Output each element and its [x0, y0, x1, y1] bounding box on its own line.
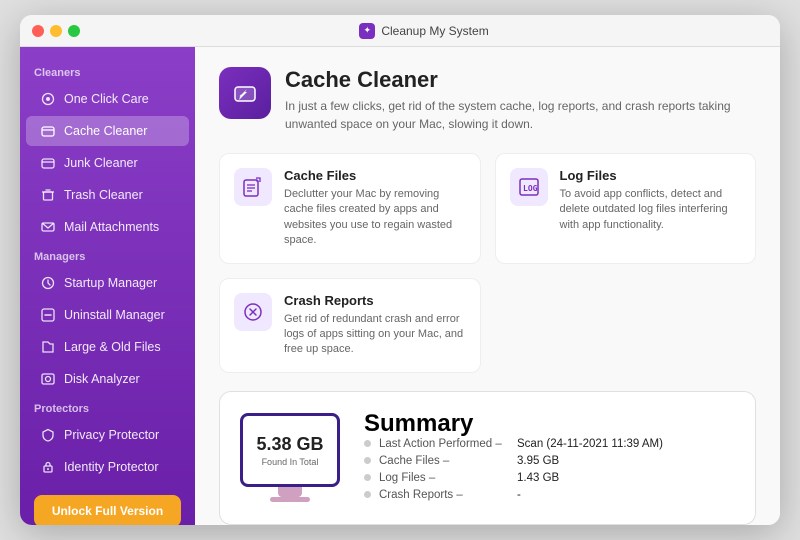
panel-title: Cache Cleaner	[285, 67, 756, 93]
sidebar-label: Junk Cleaner	[64, 156, 138, 170]
sidebar-label: Trash Cleaner	[64, 188, 143, 202]
feature-title: Crash Reports	[284, 293, 466, 308]
sidebar-item-trash-cleaner[interactable]: Trash Cleaner	[26, 180, 189, 210]
cache-cleaner-icon	[40, 123, 56, 139]
sidebar-item-junk-cleaner[interactable]: Junk Cleaner	[26, 148, 189, 178]
large-old-files-icon	[40, 339, 56, 355]
dot-icon	[364, 491, 371, 498]
sidebar-item-uninstall-manager[interactable]: Uninstall Manager	[26, 300, 189, 330]
summary-row-value: 1.43 GB	[517, 472, 559, 484]
total-size: 5.38 GB	[256, 434, 323, 455]
total-label: Found In Total	[262, 457, 319, 467]
feature-description: Get rid of redundant crash and error log…	[284, 312, 466, 358]
summary-row-crash: Crash Reports – -	[364, 489, 663, 501]
feature-card-crash-reports: Crash Reports Get rid of redundant crash…	[219, 278, 481, 373]
svg-text:LOG: LOG	[523, 184, 538, 193]
summary-row-value: -	[517, 489, 521, 501]
sidebar-label: Large & Old Files	[64, 340, 161, 354]
uninstall-manager-icon	[40, 307, 56, 323]
sidebar-item-cache-cleaner[interactable]: Cache Cleaner	[26, 116, 189, 146]
log-files-icon: LOG	[510, 168, 548, 206]
sidebar-bottom: Unlock Full Version	[20, 483, 195, 525]
minimize-button[interactable]	[50, 25, 62, 37]
summary-details: Summary Last Action Performed – Scan (24…	[364, 410, 663, 506]
junk-cleaner-icon	[40, 155, 56, 171]
feature-card-log-files: LOG Log Files To avoid app conflicts, de…	[495, 153, 757, 264]
summary-row-label: Crash Reports –	[379, 489, 509, 501]
crash-reports-text: Crash Reports Get rid of redundant crash…	[284, 293, 466, 358]
sidebar-item-large-old-files[interactable]: Large & Old Files	[26, 332, 189, 362]
feature-title: Cache Files	[284, 168, 466, 183]
panel-header: Cache Cleaner In just a few clicks, get …	[219, 67, 756, 133]
panel-description: In just a few clicks, get rid of the sys…	[285, 97, 756, 133]
cache-files-icon	[234, 168, 272, 206]
app-icon: ✦	[359, 23, 375, 39]
sidebar-label: One Click Care	[64, 92, 149, 106]
sidebar-item-privacy-protector[interactable]: Privacy Protector	[26, 420, 189, 450]
summary-box: 5.38 GB Found In Total Summary Last Acti…	[219, 391, 756, 525]
crash-reports-icon	[234, 293, 272, 331]
app-window: ✦ Cleanup My System Cleaners One Click C…	[20, 15, 780, 525]
feature-description: Declutter your Mac by removing cache fil…	[284, 187, 466, 249]
cache-files-text: Cache Files Declutter your Mac by removi…	[284, 168, 466, 249]
identity-protector-icon	[40, 459, 56, 475]
startup-manager-icon	[40, 275, 56, 291]
log-files-text: Log Files To avoid app conflicts, detect…	[560, 168, 742, 233]
summary-row-label: Log Files –	[379, 472, 509, 484]
sidebar-item-mail-attachments[interactable]: Mail Attachments	[26, 212, 189, 242]
cleaners-section-label: Cleaners	[20, 59, 195, 83]
close-button[interactable]	[32, 25, 44, 37]
main-panel: Cache Cleaner In just a few clicks, get …	[195, 47, 780, 525]
dot-icon	[364, 440, 371, 447]
summary-row-label: Last Action Performed –	[379, 438, 509, 450]
unlock-full-version-button[interactable]: Unlock Full Version	[34, 495, 181, 525]
managers-section-label: Managers	[20, 243, 195, 267]
dot-icon	[364, 457, 371, 464]
sidebar-label: Mail Attachments	[64, 220, 159, 234]
feature-description: To avoid app conflicts, detect and delet…	[560, 187, 742, 233]
sidebar: Cleaners One Click Care Cache	[20, 47, 195, 525]
feature-title: Log Files	[560, 168, 742, 183]
mail-icon	[40, 219, 56, 235]
sidebar-label: Privacy Protector	[64, 428, 159, 442]
maximize-button[interactable]	[68, 25, 80, 37]
protectors-section-label: Protectors	[20, 395, 195, 419]
sidebar-label: Cache Cleaner	[64, 124, 147, 138]
monitor-base	[270, 497, 310, 502]
summary-row-label: Cache Files –	[379, 455, 509, 467]
one-click-care-icon	[40, 91, 56, 107]
summary-title: Summary	[364, 410, 663, 438]
main-content: Cleaners One Click Care Cache	[20, 47, 780, 525]
monitor-screen: 5.38 GB Found In Total	[240, 413, 340, 487]
summary-row-log: Log Files – 1.43 GB	[364, 472, 663, 484]
sidebar-item-identity-protector[interactable]: Identity Protector	[26, 452, 189, 482]
titlebar: ✦ Cleanup My System	[20, 15, 780, 47]
summary-row-value: Scan (24-11-2021 11:39 AM)	[517, 438, 663, 450]
summary-monitor: 5.38 GB Found In Total	[240, 413, 340, 502]
summary-row-cache: Cache Files – 3.95 GB	[364, 455, 663, 467]
sidebar-item-one-click-care[interactable]: One Click Care	[26, 84, 189, 114]
panel-header-icon	[219, 67, 271, 119]
sidebar-label: Identity Protector	[64, 460, 159, 474]
traffic-lights	[32, 25, 80, 37]
dot-icon	[364, 474, 371, 481]
sidebar-item-disk-analyzer[interactable]: Disk Analyzer	[26, 364, 189, 394]
disk-analyzer-icon	[40, 371, 56, 387]
monitor-stand	[278, 487, 302, 497]
sidebar-label: Uninstall Manager	[64, 308, 165, 322]
header-text: Cache Cleaner In just a few clicks, get …	[285, 67, 756, 133]
titlebar-title: ✦ Cleanup My System	[80, 23, 768, 39]
feature-card-cache-files: Cache Files Declutter your Mac by removi…	[219, 153, 481, 264]
privacy-protector-icon	[40, 427, 56, 443]
feature-cards: Cache Files Declutter your Mac by removi…	[219, 153, 756, 373]
summary-row-action: Last Action Performed – Scan (24-11-2021…	[364, 438, 663, 450]
app-title: Cleanup My System	[381, 24, 488, 38]
sidebar-label: Startup Manager	[64, 276, 157, 290]
summary-row-value: 3.95 GB	[517, 455, 559, 467]
trash-cleaner-icon	[40, 187, 56, 203]
sidebar-item-startup-manager[interactable]: Startup Manager	[26, 268, 189, 298]
sidebar-label: Disk Analyzer	[64, 372, 140, 386]
